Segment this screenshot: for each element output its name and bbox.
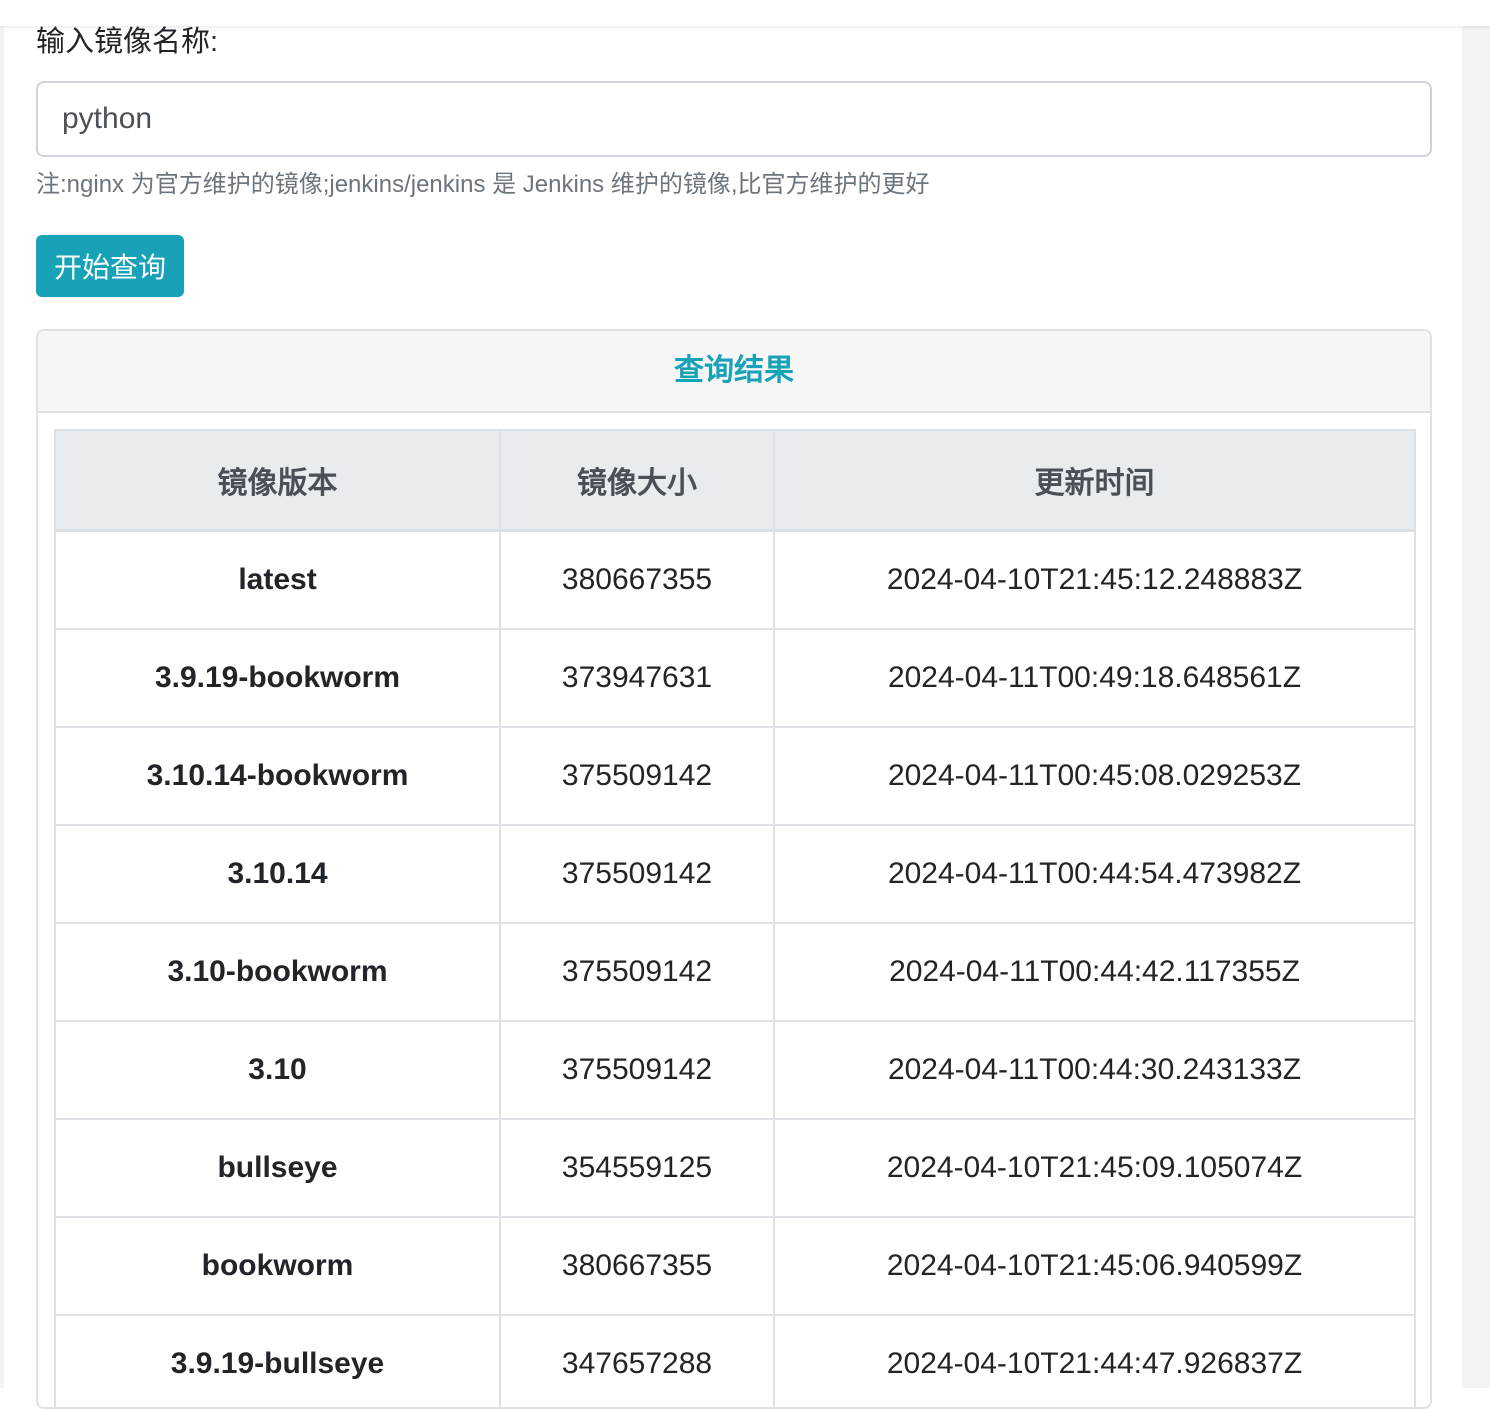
table-header-row: 镜像版本 镜像大小 更新时间 bbox=[55, 430, 1415, 531]
image-tag-cell: 3.10-bookworm bbox=[55, 923, 500, 1021]
start-query-button[interactable]: 开始查询 bbox=[36, 235, 184, 297]
image-tag-cell: 3.9.19-bookworm bbox=[55, 629, 500, 727]
image-size-cell: 380667355 bbox=[500, 531, 774, 630]
updated-time-cell: 2024-04-11T00:49:18.648561Z bbox=[774, 629, 1415, 727]
column-header-updated: 更新时间 bbox=[774, 430, 1415, 531]
image-size-cell: 375509142 bbox=[500, 1021, 774, 1119]
updated-time-cell: 2024-04-10T21:45:12.248883Z bbox=[774, 531, 1415, 630]
table-row: 3.10.14-bookworm 375509142 2024-04-11T00… bbox=[55, 727, 1415, 825]
results-table-wrapper: 镜像版本 镜像大小 更新时间 latest 380667355 2024-04-… bbox=[54, 429, 1414, 1409]
image-tag-cell: 3.10 bbox=[55, 1021, 500, 1119]
column-header-tag: 镜像版本 bbox=[55, 430, 500, 531]
image-size-cell: 347657288 bbox=[500, 1315, 774, 1409]
image-size-cell: 380667355 bbox=[500, 1217, 774, 1315]
updated-time-cell: 2024-04-11T00:45:08.029253Z bbox=[774, 727, 1415, 825]
image-tag-cell: 3.10.14 bbox=[55, 825, 500, 923]
updated-time-cell: 2024-04-11T00:44:42.117355Z bbox=[774, 923, 1415, 1021]
updated-time-cell: 2024-04-11T00:44:54.473982Z bbox=[774, 825, 1415, 923]
table-row: bullseye 354559125 2024-04-10T21:45:09.1… bbox=[55, 1119, 1415, 1217]
results-card: 查询结果 镜像版本 镜像大小 更新时间 latest bbox=[36, 329, 1432, 1409]
table-row: 3.10.14 375509142 2024-04-11T00:44:54.47… bbox=[55, 825, 1415, 923]
table-row: 3.9.19-bookworm 373947631 2024-04-11T00:… bbox=[55, 629, 1415, 727]
table-row: latest 380667355 2024-04-10T21:45:12.248… bbox=[55, 531, 1415, 630]
updated-time-cell: 2024-04-10T21:45:06.940599Z bbox=[774, 1217, 1415, 1315]
image-tag-cell: bookworm bbox=[55, 1217, 500, 1315]
image-tag-cell: 3.10.14-bookworm bbox=[55, 727, 500, 825]
image-tag-cell: 3.9.19-bullseye bbox=[55, 1315, 500, 1409]
top-bar bbox=[0, 0, 1490, 26]
results-table-body: latest 380667355 2024-04-10T21:45:12.248… bbox=[55, 531, 1415, 1409]
image-size-cell: 375509142 bbox=[500, 727, 774, 825]
table-row: bookworm 380667355 2024-04-10T21:45:06.9… bbox=[55, 1217, 1415, 1315]
updated-time-cell: 2024-04-10T21:44:47.926837Z bbox=[774, 1315, 1415, 1409]
page-left-edge bbox=[0, 0, 4, 1388]
image-name-label: 输入镜像名称: bbox=[36, 24, 218, 60]
image-size-cell: 373947631 bbox=[500, 629, 774, 727]
updated-time-cell: 2024-04-10T21:45:09.105074Z bbox=[774, 1119, 1415, 1217]
image-name-input[interactable] bbox=[36, 81, 1432, 157]
table-row: 3.10 375509142 2024-04-11T00:44:30.24313… bbox=[55, 1021, 1415, 1119]
image-tag-cell: latest bbox=[55, 531, 500, 630]
results-title: 查询结果 bbox=[38, 331, 1430, 413]
image-size-cell: 354559125 bbox=[500, 1119, 774, 1217]
image-size-cell: 375509142 bbox=[500, 825, 774, 923]
image-size-cell: 375509142 bbox=[500, 923, 774, 1021]
hint-text: 注:nginx 为官方维护的镜像;jenkins/jenkins 是 Jenki… bbox=[36, 170, 930, 200]
table-row: 3.10-bookworm 375509142 2024-04-11T00:44… bbox=[55, 923, 1415, 1021]
results-table: 镜像版本 镜像大小 更新时间 latest 380667355 2024-04-… bbox=[54, 429, 1416, 1409]
column-header-size: 镜像大小 bbox=[500, 430, 774, 531]
page-scrollbar-gutter bbox=[1462, 0, 1490, 1388]
table-row: 3.9.19-bullseye 347657288 2024-04-10T21:… bbox=[55, 1315, 1415, 1409]
updated-time-cell: 2024-04-11T00:44:30.243133Z bbox=[774, 1021, 1415, 1119]
image-tag-cell: bullseye bbox=[55, 1119, 500, 1217]
